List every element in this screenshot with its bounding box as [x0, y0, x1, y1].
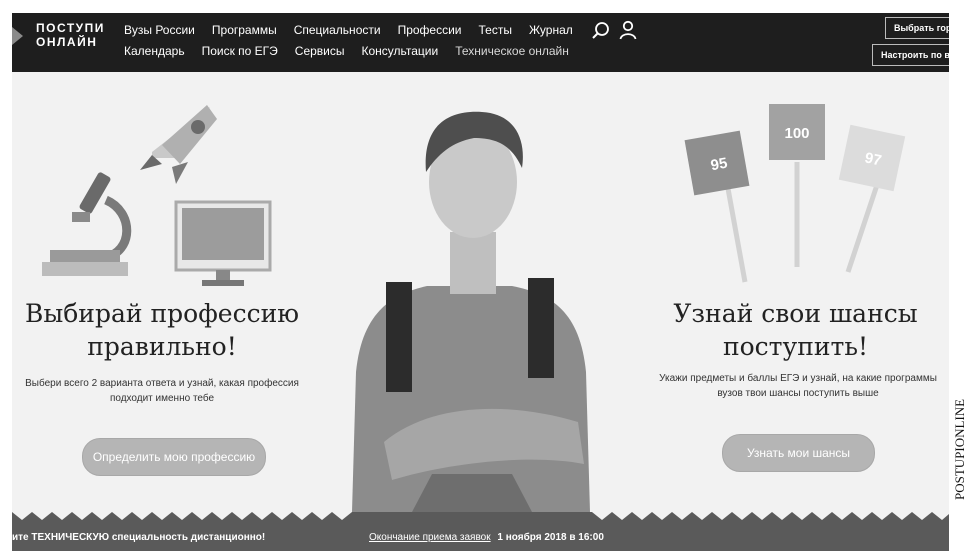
deadline-date: 1 ноября 2018 в 16:00: [497, 532, 604, 543]
student-photo: [352, 111, 590, 512]
deadline-label: Окончание приема заявок: [369, 532, 491, 543]
left-text-line-2: подходит именно тебе: [109, 393, 215, 404]
nav-item-journal[interactable]: Журнал: [529, 23, 573, 37]
left-title-line-2: правильно!: [87, 332, 237, 361]
logo-line-1: ПОСТУПИ: [36, 21, 105, 35]
side-caption: POSTUPIONLINE: [952, 398, 967, 500]
right-hero-title: Узнай свои шансы поступить!: [642, 297, 949, 363]
nav-item-specialties[interactable]: Специальности: [294, 23, 381, 37]
logo-arrow-icon: [12, 27, 23, 45]
promo-strip-text[interactable]: ите ТЕХНИЧЕСКУЮ специальность дистанцион…: [12, 532, 265, 543]
logo-line-2: ОНЛАЙН: [36, 35, 98, 49]
choose-city-button[interactable]: Выбрать город: [885, 17, 949, 39]
left-text-line-1: Выбери всего 2 варианта ответа и узнай, …: [25, 378, 299, 389]
tune-by-university-button[interactable]: Настроить по вузу: [872, 44, 949, 66]
nav-item-tests[interactable]: Тесты: [479, 23, 512, 37]
nav-item-universities[interactable]: Вузы России: [124, 23, 195, 37]
logo[interactable]: ПОСТУПИ ОНЛАЙН: [36, 21, 105, 49]
check-chances-button[interactable]: Узнать мои шансы: [722, 434, 875, 472]
nav-item-professions[interactable]: Профессии: [398, 23, 462, 37]
page-frame: ПОСТУПИ ОНЛАЙН Вузы России Программы Спе…: [12, 13, 949, 551]
left-hero-title: Выбирай профессию правильно!: [12, 297, 312, 363]
nav-item-consultations[interactable]: Консультации: [362, 44, 439, 58]
nav-item-ege-search[interactable]: Поиск по ЕГЭ: [202, 44, 278, 58]
search-icon[interactable]: [591, 21, 611, 41]
site-header: ПОСТУПИ ОНЛАЙН Вузы России Программы Спе…: [12, 13, 949, 72]
right-hero-description: Укажи предметы и баллы ЕГЭ и узнай, на к…: [647, 371, 949, 401]
promo-strip: ите ТЕХНИЧЕСКУЮ специальность дистанцион…: [12, 524, 949, 551]
score-100: 100: [784, 125, 809, 142]
nav-item-services[interactable]: Сервисы: [295, 44, 345, 58]
left-hero-description: Выбери всего 2 варианта ответа и узнай, …: [12, 376, 312, 406]
user-icon[interactable]: [619, 20, 637, 40]
define-profession-button[interactable]: Определить мою профессию: [82, 438, 266, 476]
secondary-nav: Календарь Поиск по ЕГЭ Сервисы Консульта…: [124, 44, 586, 58]
microscope-icon: [42, 172, 132, 276]
right-text-line-1: Укажи предметы и баллы ЕГЭ и узнай, на к…: [659, 373, 937, 384]
right-title-line-2: поступить!: [722, 332, 869, 361]
rocket-icon: [140, 105, 217, 184]
nav-item-programs[interactable]: Программы: [212, 23, 277, 37]
right-text-line-2: вузов твои шансы поступить выше: [717, 388, 879, 399]
right-title-line-1: Узнай свои шансы: [673, 299, 918, 328]
deadline-notice[interactable]: Окончание приема заявок 1 ноября 2018 в …: [369, 532, 604, 543]
score-97: 97: [863, 149, 883, 169]
primary-nav: Вузы России Программы Специальности Проф…: [124, 23, 590, 37]
hero-banner: 95 100 97 Выбирай профессию правильно! В: [12, 72, 949, 524]
score-95: 95: [709, 155, 728, 175]
monitor-icon: [174, 200, 272, 286]
nav-item-calendar[interactable]: Календарь: [124, 44, 185, 58]
left-title-line-1: Выбирай профессию: [24, 299, 299, 328]
nav-item-technical-online[interactable]: Техническое онлайн: [455, 44, 569, 58]
